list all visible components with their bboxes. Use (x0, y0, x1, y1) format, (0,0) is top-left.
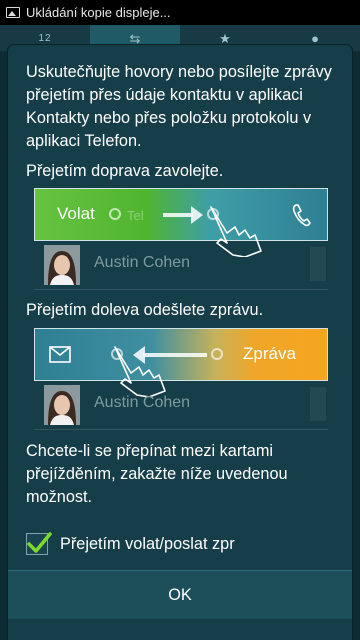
swipe-help-dialog: Uskutečňujte hovory nebo posílejte zpráv… (8, 45, 352, 640)
image-icon (6, 7, 20, 18)
swipe-call-message-label: Přejetím volat/poslat zpr (60, 534, 235, 553)
call-swipe-demo: Volat Tel Austin Cohen (34, 188, 328, 313)
demo-contact-row: Austin Cohen (34, 381, 328, 430)
ghost-contact-text: Tel (127, 208, 144, 223)
sms-swipe-banner: Zpráva (34, 328, 328, 397)
contact-avatar (44, 385, 80, 425)
dialog-footer-note: Chcete-li se přepínat mezi kartami přejí… (26, 442, 288, 506)
dialog-intro-text: Uskutečňujte hovory nebo posílejte zpráv… (26, 63, 332, 150)
sms-section-label: Přejetím doleva odešlete zprávu. (26, 301, 264, 319)
contact-side-strip (310, 247, 326, 281)
status-bar: Ukládání kopie displeje... (0, 0, 360, 25)
keypad-icon: 12 (38, 33, 52, 44)
swipe-call-message-option[interactable]: Přejetím volat/poslat zpr (26, 529, 235, 559)
call-action-label: Volat (57, 204, 95, 223)
ok-button[interactable]: OK (8, 570, 352, 619)
arrow-right-icon (191, 206, 203, 224)
checkmark-icon (27, 532, 52, 553)
person-icon: ● (311, 31, 319, 46)
envelope-icon (49, 346, 71, 363)
swipe-call-message-checkbox[interactable] (26, 532, 52, 555)
swipe-arrow-line (163, 213, 193, 217)
sms-swipe-demo: Zpráva Austin Cohen (34, 328, 328, 453)
sms-action-label: Zpráva (243, 344, 296, 363)
swipe-start-dot (109, 208, 121, 220)
demo-contact-row: Austin Cohen (34, 241, 328, 290)
call-swipe-banner: Volat Tel (34, 188, 328, 257)
contact-side-strip (310, 387, 326, 421)
contact-avatar (44, 245, 80, 285)
contact-name: Austin Cohen (94, 254, 191, 271)
phone-icon (292, 204, 311, 227)
contact-name: Austin Cohen (94, 394, 191, 411)
call-section-label: Přejetím doprava zavolejte. (26, 162, 224, 180)
swipe-start-dot (211, 348, 223, 360)
status-notification-text: Ukládání kopie displeje... (26, 5, 171, 20)
